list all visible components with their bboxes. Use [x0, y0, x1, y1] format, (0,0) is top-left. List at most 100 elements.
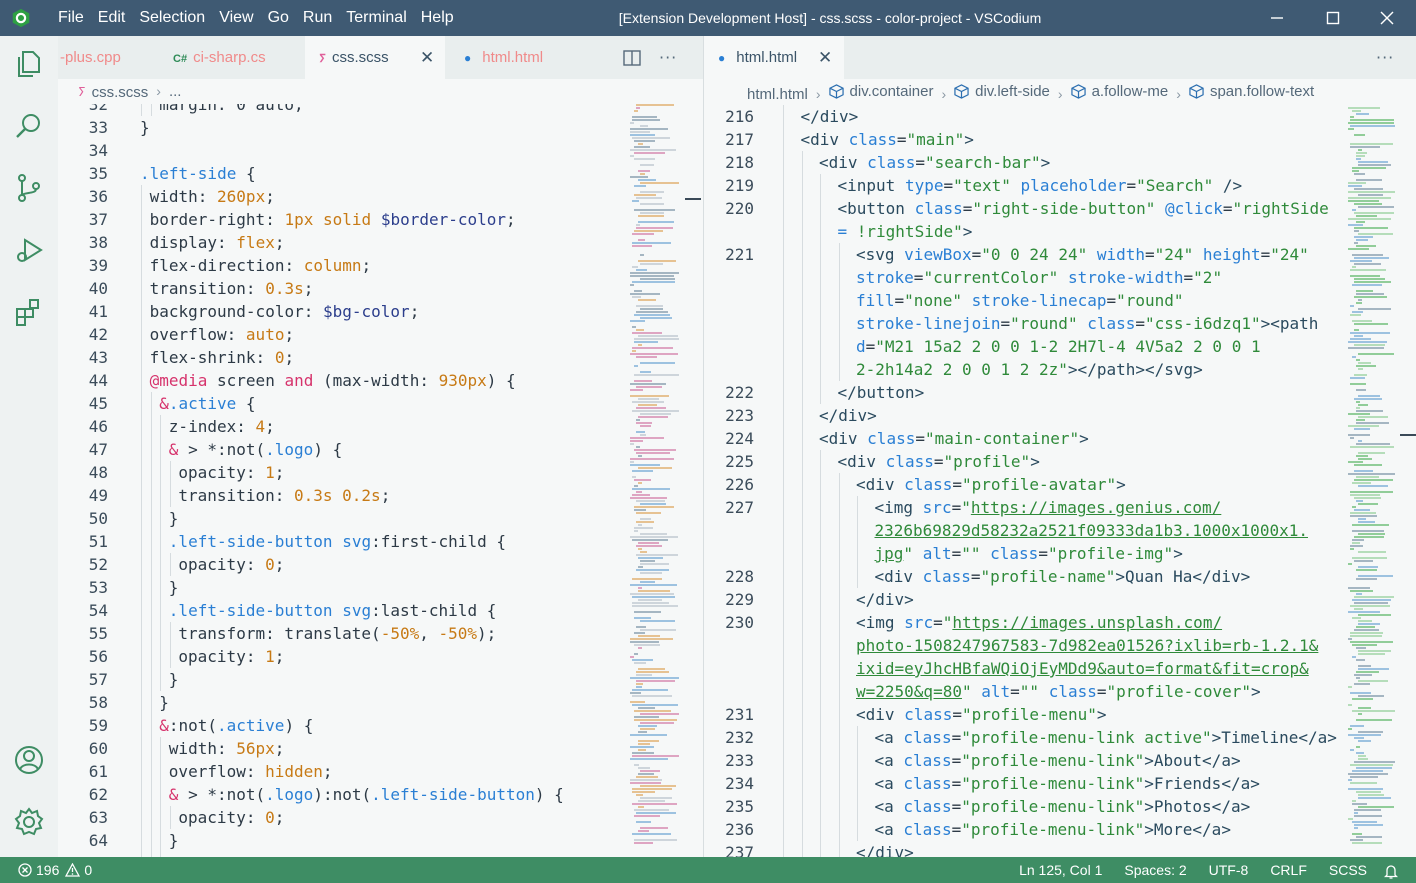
code-line[interactable]: 226 <div class="profile-avatar"> — [704, 473, 1416, 496]
maximize-button[interactable] — [1310, 0, 1356, 36]
breadcrumb-item[interactable]: span.follow-text — [1189, 79, 1314, 104]
minimap-right[interactable] — [1348, 104, 1404, 857]
tab-css-scss[interactable]: ⵢ css.scss ✕ — [305, 36, 445, 79]
code-line[interactable]: 221 <svg viewBox="0 0 24 24" width="24" h… — [704, 243, 1416, 266]
code-line[interactable]: 53} — [58, 576, 703, 599]
split-editor-icon[interactable] — [623, 49, 641, 66]
code-line[interactable]: 223 </div> — [704, 404, 1416, 427]
breadcrumb-item[interactable]: div.container — [828, 79, 933, 104]
code-line[interactable]: photo-1508247967583-7d982ea01526?ixlib=r… — [704, 634, 1416, 657]
code-line[interactable]: jpg" alt="" class="profile-img"> — [704, 542, 1416, 565]
code-line[interactable]: 63 opacity: 0; — [58, 806, 703, 829]
code-line[interactable]: 2-2h14a2 2 0 0 1 2 2z"></path></svg> — [704, 358, 1416, 381]
extensions-icon[interactable] — [13, 296, 45, 328]
code-line[interactable]: 51 .left-side-button svg:first-child { — [58, 530, 703, 553]
code-line[interactable]: 52 opacity: 0; — [58, 553, 703, 576]
code-line[interactable]: ixid=eyJhcHBfaWQiOjEyMDd9&auto=format&fi… — [704, 657, 1416, 680]
code-line[interactable]: 42 overflow: auto; — [58, 323, 703, 346]
code-line[interactable]: 39 flex-direction: column; — [58, 254, 703, 277]
code-line[interactable]: 61 overflow: hidden; — [58, 760, 703, 783]
menu-file[interactable]: File — [51, 0, 91, 36]
menu-edit[interactable]: Edit — [91, 0, 133, 36]
source-control-icon[interactable] — [13, 172, 45, 204]
code-line[interactable]: 46 z-index: 4; — [58, 415, 703, 438]
code-line[interactable]: 219 <input type="text" placeholder="Searc… — [704, 174, 1416, 197]
code-line[interactable]: 59 &:not(.active) { — [58, 714, 703, 737]
code-line[interactable]: 236 <a class="profile-menu-link">More</a> — [704, 818, 1416, 841]
code-line[interactable]: stroke-linejoin="round" class="css-i6dzq… — [704, 312, 1416, 335]
code-line[interactable]: = !rightSide"> — [704, 220, 1416, 243]
notifications-button[interactable] — [1378, 857, 1416, 883]
code-line[interactable]: w=2250&q=80" alt="" class="profile-cover… — [704, 680, 1416, 703]
code-line[interactable]: 60 width: 56px; — [58, 737, 703, 760]
menu-go[interactable]: Go — [261, 0, 296, 36]
code-editor-left[interactable]: 32 margin: 0 auto; 33} 34 35 .left-side {36 wi… — [58, 104, 703, 857]
code-line[interactable]: 43 flex-shrink: 0; — [58, 346, 703, 369]
breadcrumb-item[interactable]: ... — [169, 79, 182, 104]
tab-cpp[interactable]: -plus.cpp — [58, 36, 168, 79]
menu-help[interactable]: Help — [414, 0, 461, 36]
close-window-button[interactable] — [1364, 0, 1410, 36]
code-line[interactable]: 227 <img src="https://images.genius.com/ — [704, 496, 1416, 519]
code-line[interactable]: 233 <a class="profile-menu-link">About</a… — [704, 749, 1416, 772]
close-icon[interactable]: ✕ — [818, 36, 832, 79]
more-actions-icon[interactable]: ··· — [659, 48, 677, 67]
run-debug-icon[interactable] — [13, 234, 45, 266]
code-line[interactable]: 235 <a class="profile-menu-link">Photos</… — [704, 795, 1416, 818]
code-line[interactable]: 37 border-right: 1px solid $border-color; — [58, 208, 703, 231]
menu-run[interactable]: Run — [296, 0, 339, 36]
minimize-button[interactable] — [1254, 0, 1300, 36]
scrollbar-thumb[interactable] — [685, 198, 701, 200]
encoding[interactable]: UTF-8 — [1198, 857, 1260, 883]
breadcrumb-item[interactable]: a.follow-me — [1070, 79, 1168, 104]
code-line[interactable]: 38 display: flex; — [58, 231, 703, 254]
code-line[interactable]: 33} — [58, 116, 703, 139]
code-line[interactable]: 48 opacity: 1; — [58, 461, 703, 484]
code-line[interactable]: 216 </div> — [704, 105, 1416, 128]
code-line[interactable]: 34 — [58, 139, 703, 162]
cursor-position[interactable]: Ln 125, Col 1 — [1008, 857, 1113, 883]
code-line[interactable]: 224 <div class="main-container"> — [704, 427, 1416, 450]
code-line[interactable]: 222 </button> — [704, 381, 1416, 404]
code-line[interactable]: 229 </div> — [704, 588, 1416, 611]
code-line[interactable]: 49 transition: 0.3s 0.2s; — [58, 484, 703, 507]
breadcrumb-item[interactable]: div.left-side — [954, 79, 1050, 104]
code-line[interactable]: 50} — [58, 507, 703, 530]
scrollbar-thumb[interactable] — [1400, 434, 1416, 436]
code-line[interactable]: 217 <div class="main"> — [704, 128, 1416, 151]
code-line[interactable]: 32 margin: 0 auto; — [58, 104, 703, 116]
code-line[interactable]: 234 <a class="profile-menu-link">Friends<… — [704, 772, 1416, 795]
code-line[interactable]: 218 <div class="search-bar"> — [704, 151, 1416, 174]
language-mode[interactable]: SCSS — [1318, 857, 1378, 883]
code-line[interactable]: 225 <div class="profile"> — [704, 450, 1416, 473]
tab-html-right[interactable]: ● html.html ✕ — [704, 36, 844, 79]
code-line[interactable]: 231 <div class="profile-menu"> — [704, 703, 1416, 726]
code-line[interactable]: 44 @media screen and (max-width: 930px) { — [58, 369, 703, 392]
settings-gear-icon[interactable] — [13, 806, 45, 838]
code-line[interactable]: d="M21 15a2 2 0 0 1-2 2H7l-4 4V5a2 2 0 0… — [704, 335, 1416, 358]
tab-csharp[interactable]: C# ci-sharp.cs — [168, 36, 303, 79]
code-line[interactable]: 40 transition: 0.3s; — [58, 277, 703, 300]
code-line[interactable]: 228 <div class="profile-name">Quan Ha</di… — [704, 565, 1416, 588]
code-line[interactable]: 62 & > *:not(.logo):not(.left-side-button… — [58, 783, 703, 806]
code-line[interactable]: 36 width: 260px; — [58, 185, 703, 208]
tab-html-left[interactable]: ● html.html — [450, 36, 590, 79]
code-line[interactable]: 41 background-color: $bg-color; — [58, 300, 703, 323]
code-line[interactable]: 47 & > *:not(.logo) { — [58, 438, 703, 461]
code-line[interactable]: 64} — [58, 829, 703, 852]
code-editor-right[interactable]: 216 </div> 217 <div class="main"> 218 <div cl… — [704, 104, 1416, 857]
breadcrumb-item[interactable]: ⵢ css.scss — [78, 80, 148, 105]
code-line[interactable]: 45 &.active { — [58, 392, 703, 415]
code-line[interactable]: 220 <button class="right-side-button" @cl… — [704, 197, 1416, 220]
menu-terminal[interactable]: Terminal — [339, 0, 413, 36]
code-line[interactable]: 56 opacity: 1; — [58, 645, 703, 668]
code-line[interactable]: 35 .left-side { — [58, 162, 703, 185]
code-line[interactable]: 57} — [58, 668, 703, 691]
indentation[interactable]: Spaces: 2 — [1113, 857, 1197, 883]
code-line[interactable]: 230 <img src="https://images.unsplash.com… — [704, 611, 1416, 634]
account-icon[interactable] — [13, 744, 45, 776]
code-line[interactable]: fill="none" stroke-linecap="round" — [704, 289, 1416, 312]
search-icon[interactable] — [13, 110, 45, 142]
code-line[interactable]: 58} — [58, 691, 703, 714]
menu-view[interactable]: View — [212, 0, 260, 36]
